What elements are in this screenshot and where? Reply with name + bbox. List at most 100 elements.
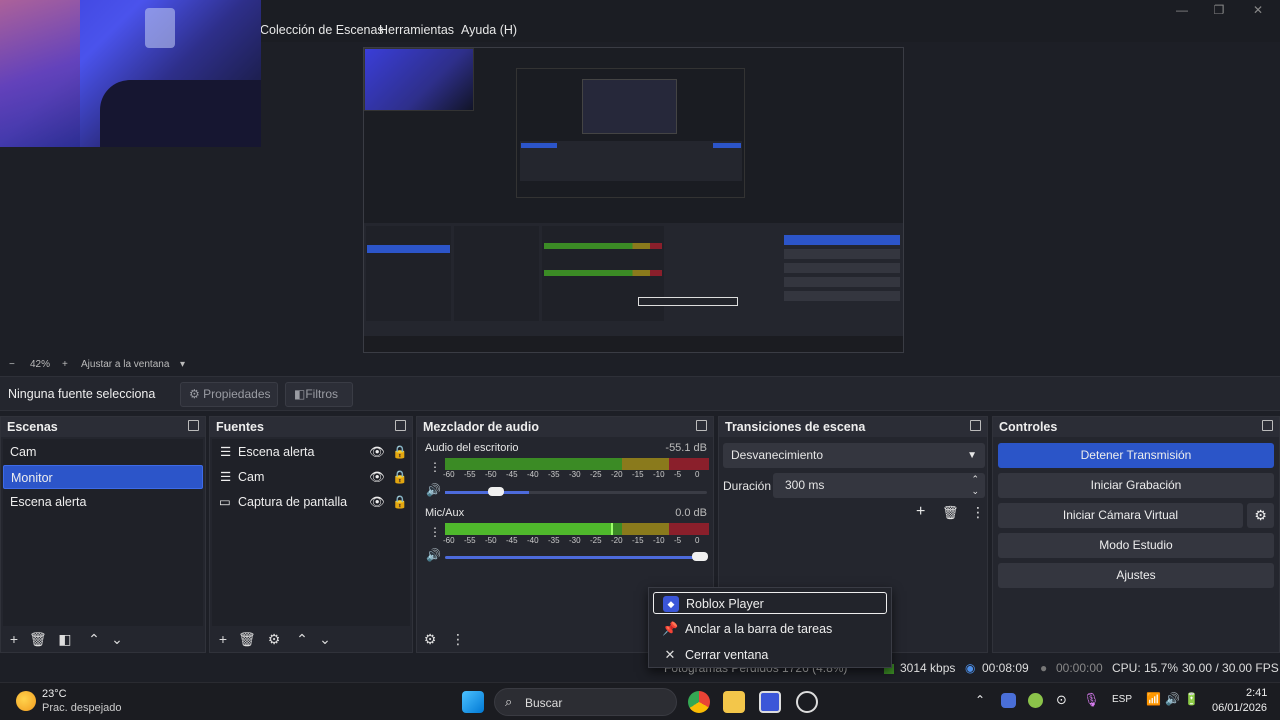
record-icon: ● [1040,661,1048,675]
chevron-down-icon[interactable]: ▾ [180,359,185,370]
mixer-meter-mic [445,523,709,535]
chevron-up-icon[interactable]: ⌃ [86,631,102,647]
trash-icon[interactable]: 🗑 [238,631,256,647]
eye-icon[interactable]: 👁 [369,490,385,514]
chevron-up-icon[interactable]: ⌃ [294,631,310,647]
chrome-icon[interactable] [688,691,710,713]
chevron-down-icon[interactable]: ⌄ [971,479,979,504]
volume-slider-mic[interactable] [445,556,707,559]
volume-icon[interactable]: 🔊 [1165,692,1180,706]
source-item-escena-alerta[interactable]: ☰ Escena alerta 👁 🔒 [212,440,410,464]
tray-app-icon[interactable] [1001,693,1016,708]
kebab-menu-icon[interactable]: ⋮ [450,631,466,647]
scene-item-escena-alerta[interactable]: Escena alerta [3,490,203,514]
undock-icon[interactable] [188,420,199,431]
scene-item-cam[interactable]: Cam [3,440,203,464]
chevron-down-icon[interactable]: ⌄ [317,631,333,647]
trash-icon[interactable]: 🗑 [942,505,959,521]
start-virtual-camera-button[interactable]: Iniciar Cámara Virtual [998,503,1243,528]
tray-app-icon[interactable]: ⊙ [1056,692,1067,708]
menu-item-close-window[interactable]: ✕ Cerrar ventana [653,644,887,666]
preview-canvas[interactable] [363,47,904,353]
duration-field[interactable]: 300 ms ⌃ ⌄ [773,473,985,498]
mixer-channel-name: Mic/Aux [425,507,465,519]
eye-icon[interactable]: 👁 [369,440,385,464]
kbps-value: 3014 kbps [900,661,956,675]
kebab-menu-icon[interactable]: ⋮ [971,504,985,521]
file-explorer-icon[interactable] [723,691,745,713]
undock-icon[interactable] [970,420,981,431]
mixer-tick-label: -45 [506,536,518,545]
properties-button[interactable]: ⚙ Propiedades [180,382,278,407]
filter-icon[interactable]: ◧ [57,631,73,647]
studio-mode-button[interactable]: Modo Estudio [998,533,1274,558]
menu-tools[interactable]: Herramientas [379,23,454,37]
source-label: Cam [238,470,265,484]
menu-item-pin-taskbar[interactable]: 📌 Anclar a la barra de tareas [653,618,887,640]
add-icon[interactable]: + [215,631,231,647]
kebab-menu-icon[interactable]: ⋮ [429,460,441,474]
gear-icon[interactable]: ⚙ [1247,503,1274,528]
menu-scene-collection[interactable]: Colección de Escenas [260,23,384,37]
controls-title: Controles [993,417,1279,437]
lock-icon[interactable]: 🔒 [392,440,408,464]
maximize-icon[interactable]: ❐ [1212,3,1226,17]
chevron-up-icon[interactable]: ⌃ [975,693,985,707]
volume-slider-desktop[interactable] [445,491,707,494]
scenes-dock: Escenas Cam Monitor Escena alerta + 🗑 ◧ … [0,416,206,653]
mixer-channel-db: -55.1 dB [665,442,707,454]
source-item-cam[interactable]: ☰ Cam 👁 🔒 [212,465,410,489]
undock-icon[interactable] [395,420,406,431]
webcam-feed [0,0,261,147]
volume-knob[interactable] [488,487,504,496]
zoom-fit-label[interactable]: Ajustar a la ventana [81,359,169,370]
kebab-menu-icon[interactable]: ⋮ [429,525,441,539]
mixer-channel-name: Audio del escritorio [425,442,519,454]
cpu-usage: CPU: 15.7% [1112,661,1179,675]
list-icon: ☰ [220,445,232,459]
stop-stream-button[interactable]: Detener Transmisión [998,443,1274,468]
zoom-out-button[interactable]: − [9,359,15,370]
language-indicator[interactable]: ESP [1112,694,1132,705]
chevron-down-icon[interactable]: ⌄ [109,631,125,647]
tray-app-icon[interactable] [1028,693,1043,708]
obs-icon[interactable] [796,691,818,713]
trash-icon[interactable]: 🗑 [29,631,47,647]
volume-knob[interactable] [692,552,708,561]
menu-help[interactable]: Ayuda (H) [461,23,517,37]
lock-icon[interactable]: 🔒 [392,465,408,489]
transition-select[interactable]: Desvanecimiento ▼ [723,443,985,468]
battery-icon[interactable]: 🔋 [1184,692,1199,706]
menu-item-roblox-player[interactable]: ◆ Roblox Player [653,592,887,614]
zoom-in-button[interactable]: + [62,359,68,370]
stream-icon: ◉ [965,661,976,675]
gear-icon[interactable]: ⚙ [422,631,438,647]
roblox-icon[interactable] [759,691,781,713]
lock-icon[interactable]: 🔒 [392,490,408,514]
filters-button[interactable]: ◧Filtros [285,382,353,407]
wifi-icon[interactable]: 📶 [1146,692,1161,706]
chevron-down-icon: ▼ [967,450,977,461]
speaker-icon[interactable]: 🔊 [426,483,441,497]
scene-item-monitor[interactable]: Monitor [3,465,203,489]
undock-icon[interactable] [1262,420,1273,431]
add-icon[interactable]: + [6,631,22,647]
mixer-tick-label: -25 [590,470,602,479]
start-recording-button[interactable]: Iniciar Grabación [998,473,1274,498]
minimize-icon[interactable]: — [1175,3,1189,17]
microphone-icon[interactable]: 🎙 [1083,692,1100,708]
close-icon[interactable]: ✕ [1251,3,1265,17]
weather-icon[interactable] [16,691,36,711]
gear-icon[interactable]: ⚙ [266,631,282,647]
source-item-captura[interactable]: ▭ Captura de pantalla 👁 🔒 [212,490,410,514]
add-icon[interactable]: + [916,503,925,521]
eye-icon[interactable]: 👁 [369,465,385,489]
speaker-icon[interactable]: 🔊 [426,548,441,562]
settings-button[interactable]: Ajustes [998,563,1274,588]
mixer-channel-db: 0.0 dB [675,507,707,519]
undock-icon[interactable] [696,420,707,431]
duration-label: Duración [723,479,772,493]
taskbar-search[interactable]: ⌕ Buscar [494,688,677,716]
mixer-tick-label: -30 [569,536,581,545]
windows-start-icon[interactable] [462,691,484,713]
